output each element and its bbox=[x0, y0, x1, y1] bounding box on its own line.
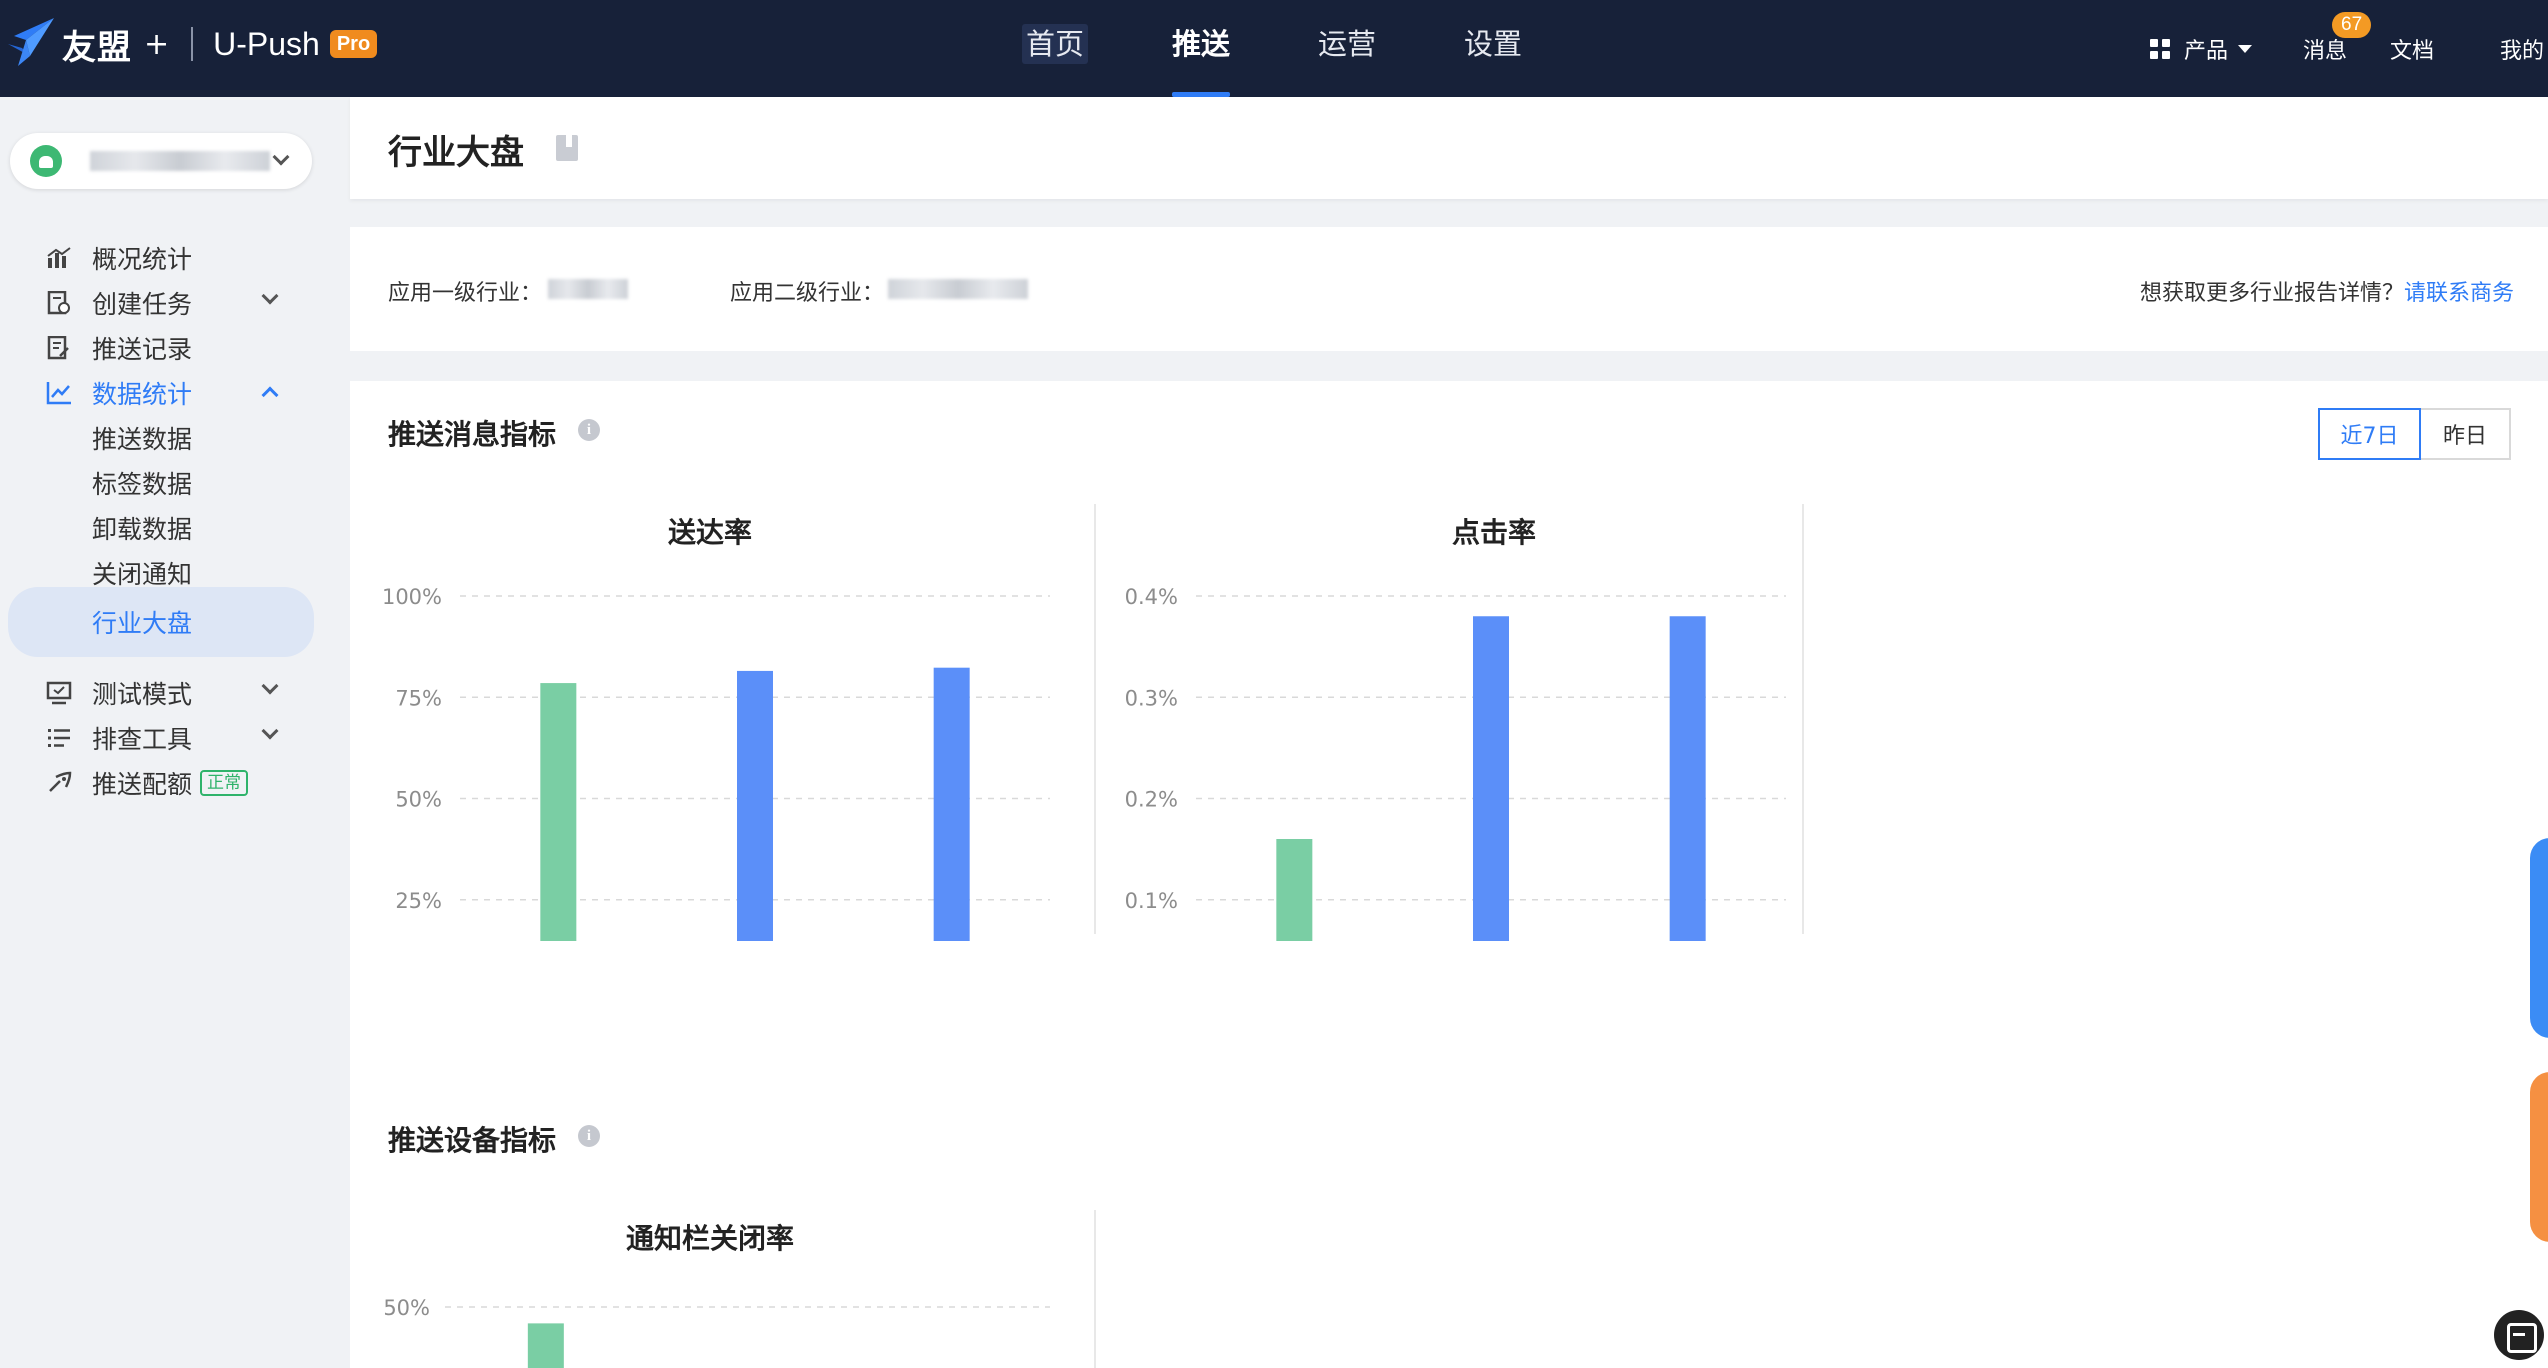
chevron-up-icon bbox=[261, 386, 279, 404]
contact-sales-link[interactable]: 请联系商务 bbox=[2404, 281, 2514, 306]
bar[interactable] bbox=[933, 667, 970, 941]
sidebar-item-push-quota[interactable]: 推送配额 正常 bbox=[0, 752, 314, 814]
logo[interactable]: 友盟 + U-Push Pro bbox=[4, 14, 378, 74]
period-toggle: 近7日 昨日 bbox=[2318, 408, 2511, 460]
nav-push[interactable]: 推送 bbox=[1172, 0, 1231, 97]
mine-label: 我的 bbox=[2500, 38, 2545, 64]
info-icon[interactable]: i bbox=[578, 419, 600, 441]
page-header: 行业大盘 bbox=[350, 97, 2548, 199]
android-icon bbox=[30, 145, 62, 177]
y-tick-label: 50% bbox=[383, 1296, 430, 1320]
bar[interactable] bbox=[1669, 616, 1706, 941]
sidebar-item-label: 推送数据 bbox=[92, 425, 193, 454]
nav-home[interactable]: 首页 bbox=[1022, 24, 1088, 64]
push-message-metrics-title: 推送消息指标 bbox=[388, 418, 557, 451]
notification-close-rate-chart: 通知栏关闭率 50% bbox=[350, 1207, 1070, 1368]
sidebar-item-label: 推送配额 bbox=[92, 770, 193, 799]
bar[interactable] bbox=[1473, 616, 1509, 941]
sidebar-item-label: 卸载数据 bbox=[92, 515, 193, 544]
info-icon[interactable]: i bbox=[578, 1125, 600, 1147]
brand-name: 友盟 bbox=[62, 27, 132, 68]
nav-operations[interactable]: 运营 bbox=[1318, 0, 1376, 97]
main-navigation: 首页 推送 运营 设置 bbox=[1022, 0, 1522, 97]
bar[interactable] bbox=[540, 683, 577, 941]
chevron-down-icon bbox=[272, 148, 290, 166]
products-label: 产品 bbox=[2184, 38, 2229, 64]
click-rate-svg: 0%0.1%0.2%0.3%0.4%自身应用一级行业大盘均值二级行业大盘均值 bbox=[1125, 585, 1786, 941]
sidebar: 概况统计 创建任务 推送记录 数据统计 推送数据 标签数据 卸载数据 关闭通知 … bbox=[0, 97, 350, 1368]
sidebar-item-label: 关闭通知 bbox=[92, 560, 193, 589]
floating-help-tab[interactable] bbox=[2530, 838, 2548, 1038]
rocket-icon bbox=[49, 771, 72, 792]
sidebar-item-label: 创建任务 bbox=[92, 290, 193, 319]
brand-separator bbox=[191, 27, 194, 61]
monitor-icon bbox=[46, 681, 72, 705]
y-tick-label: 0.4% bbox=[1125, 585, 1178, 609]
mine-link[interactable]: 我的 bbox=[2500, 0, 2544, 97]
sidebar-item-label: 概况统计 bbox=[92, 245, 193, 274]
sidebar-item-industry-overview[interactable]: 行业大盘 bbox=[8, 587, 314, 657]
period-yesterday-button[interactable]: 昨日 bbox=[2421, 408, 2511, 460]
bar-chart-icon bbox=[47, 247, 71, 268]
y-tick-label: 0.3% bbox=[1125, 686, 1178, 710]
top-navigation-bar: 友盟 + U-Push Pro 首页 推送 运营 设置 产品 消息 67 文档 … bbox=[0, 0, 2548, 97]
page-title: 行业大盘 bbox=[388, 133, 524, 173]
chart-divider bbox=[1802, 504, 1804, 934]
industry-filter: 应用一级行业： 应用二级行业： 想获取更多行业报告详情？请联系商务 bbox=[350, 227, 2548, 351]
chart-divider bbox=[1094, 1210, 1096, 1368]
industry2-value-redacted bbox=[888, 279, 1028, 299]
contact-prompt: 想获取更多行业报告详情？请联系商务 bbox=[2140, 275, 2514, 307]
list-icon bbox=[48, 729, 70, 747]
docs-label: 文档 bbox=[2390, 38, 2435, 64]
app-selector[interactable] bbox=[10, 133, 312, 189]
y-tick-label: 75% bbox=[395, 686, 442, 710]
chevron-down-icon bbox=[261, 287, 279, 305]
y-tick-label: 0.2% bbox=[1125, 788, 1178, 812]
sidebar-item-label: 数据统计 bbox=[92, 380, 193, 409]
sidebar-item-label: 测试模式 bbox=[92, 680, 193, 709]
industry1-value-redacted bbox=[548, 279, 628, 299]
notification-close-rate-svg: 50% bbox=[383, 1296, 1050, 1368]
messages-count-badge: 67 bbox=[2332, 12, 2372, 38]
bar[interactable] bbox=[527, 1323, 564, 1368]
push-device-metrics-title: 推送设备指标 bbox=[388, 1124, 557, 1157]
nav-settings[interactable]: 设置 bbox=[1464, 0, 1522, 97]
docs-link[interactable]: 文档 bbox=[2390, 0, 2434, 97]
product-name: U-Push bbox=[213, 25, 320, 62]
period-7days-button[interactable]: 近7日 bbox=[2318, 408, 2421, 460]
sidebar-item-label: 标签数据 bbox=[92, 470, 193, 499]
scan-icon[interactable] bbox=[2494, 1310, 2544, 1360]
apps-grid-icon bbox=[2150, 38, 2170, 59]
book-icon[interactable] bbox=[556, 135, 578, 161]
quota-status-badge: 正常 bbox=[200, 770, 248, 796]
sidebar-item-label: 行业大盘 bbox=[92, 609, 193, 638]
pro-badge: Pro bbox=[329, 30, 378, 58]
task-form-icon bbox=[47, 291, 70, 315]
chevron-down-icon bbox=[261, 722, 279, 740]
y-tick-label: 50% bbox=[395, 788, 442, 812]
brand-plus: + bbox=[144, 26, 170, 62]
sidebar-item-label: 推送记录 bbox=[92, 335, 193, 364]
sidebar-item-label: 排查工具 bbox=[92, 725, 193, 754]
contact-prompt-text: 想获取更多行业报告详情？ bbox=[2140, 281, 2405, 306]
delivery-rate-svg: 0%25%50%75%100%自身应用一级行业大盘均值二级行业大盘均值 bbox=[382, 585, 1050, 941]
click-rate-chart: 点击率 0%0.1%0.2%0.3%0.4%自身应用一级行业大盘均值二级行业大盘… bbox=[1096, 501, 1816, 941]
y-tick-label: 0.1% bbox=[1125, 889, 1178, 913]
line-chart-icon bbox=[46, 382, 71, 405]
y-tick-label: 100% bbox=[382, 585, 442, 609]
products-menu[interactable]: 产品 bbox=[2150, 0, 2253, 97]
record-icon bbox=[47, 336, 69, 360]
delivery-rate-chart: 送达率 0%25%50%75%100%自身应用一级行业大盘均值二级行业大盘均值 bbox=[350, 501, 1070, 941]
chevron-down-icon bbox=[261, 677, 279, 695]
metrics-card: 推送消息指标 i 近7日 昨日 送达率 0%25%50%75%100%自身应用一… bbox=[350, 381, 2548, 1368]
bar[interactable] bbox=[1276, 839, 1313, 941]
y-tick-label: 25% bbox=[395, 889, 442, 913]
app-name-redacted bbox=[90, 151, 270, 171]
umeng-bird-icon bbox=[4, 14, 56, 74]
floating-feedback-tab[interactable] bbox=[2530, 1072, 2548, 1242]
industry2-label: 应用二级行业： bbox=[730, 281, 885, 306]
caret-down-icon bbox=[2238, 44, 2253, 53]
bar[interactable] bbox=[737, 670, 773, 941]
industry1-label: 应用一级行业： bbox=[388, 281, 543, 306]
